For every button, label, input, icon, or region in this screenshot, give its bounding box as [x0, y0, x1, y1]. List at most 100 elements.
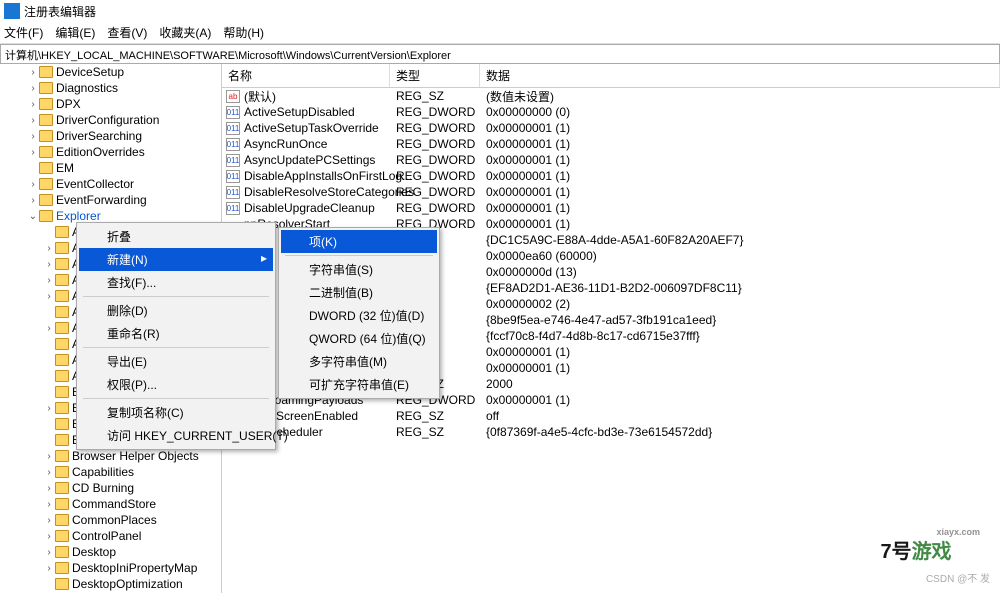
twisty-icon[interactable]: › — [44, 275, 54, 286]
ctx-copy-key-name[interactable]: 复制项名称(C) — [79, 401, 273, 424]
regedit-icon — [4, 3, 20, 19]
twisty-icon[interactable]: › — [44, 483, 54, 494]
tree-item[interactable]: ›CommandStore — [0, 496, 221, 512]
registry-value-row[interactable]: 011AsyncUpdatePCSettingsREG_DWORD0x00000… — [222, 152, 1000, 168]
tree-item[interactable]: ›DriverConfiguration — [0, 112, 221, 128]
tree-item[interactable]: ›EventForwarding — [0, 192, 221, 208]
tree-item[interactable]: ›Desktop — [0, 544, 221, 560]
twisty-icon[interactable]: ⌄ — [28, 211, 38, 222]
value-name: (默认) — [244, 88, 276, 105]
ctx-new-dword[interactable]: DWORD (32 位)值(D) — [281, 304, 437, 327]
registry-value-row[interactable]: 011ActiveSetupTaskOverrideREG_DWORD0x000… — [222, 120, 1000, 136]
col-type[interactable]: 类型 — [390, 64, 480, 87]
tree-item[interactable]: › Browser Helper Objects — [0, 448, 221, 464]
ctx-find[interactable]: 查找(F)... — [79, 271, 273, 294]
folder-icon — [55, 242, 69, 254]
value-data: 0x00000001 (1) — [480, 153, 1000, 167]
col-name[interactable]: 名称 — [222, 64, 390, 87]
ctx-rename[interactable]: 重命名(R) — [79, 322, 273, 345]
ctx-collapse[interactable]: 折叠 — [79, 225, 273, 248]
twisty-icon[interactable]: › — [28, 131, 38, 142]
tree-item[interactable]: ›EventCollector — [0, 176, 221, 192]
twisty-icon[interactable]: › — [44, 451, 54, 462]
ctx-new-multi[interactable]: 多字符串值(M) — [281, 350, 437, 373]
tree-item[interactable]: EM — [0, 160, 221, 176]
menu-edit[interactable]: 编辑(E) — [55, 24, 95, 41]
folder-icon — [55, 482, 69, 494]
value-type: REG_DWORD — [390, 185, 480, 199]
value-name: AsyncRunOnce — [244, 137, 327, 151]
twisty-icon[interactable]: › — [28, 179, 38, 190]
tree-item[interactable]: › CD Burning — [0, 480, 221, 496]
twisty-icon[interactable]: › — [44, 563, 54, 574]
registry-value-row[interactable]: abSmartScreenEnabledREG_SZoff — [222, 408, 1000, 424]
twisty-icon[interactable]: › — [28, 115, 38, 126]
ctx-permissions[interactable]: 权限(P)... — [79, 373, 273, 396]
tree-item-label: CD Burning — [72, 481, 134, 495]
tree-item[interactable]: ›DriverSearching — [0, 128, 221, 144]
menu-help[interactable]: 帮助(H) — [223, 24, 264, 41]
menu-view[interactable]: 查看(V) — [107, 24, 147, 41]
folder-icon — [55, 578, 69, 590]
twisty-icon[interactable]: › — [44, 403, 54, 414]
ctx-new-qword[interactable]: QWORD (64 位)值(Q) — [281, 327, 437, 350]
menu-file[interactable]: 文件(F) — [4, 24, 43, 41]
tree-item[interactable]: ›EditionOverrides — [0, 144, 221, 160]
value-name: ActiveSetupTaskOverride — [244, 121, 379, 135]
value-data: 2000 — [480, 377, 1000, 391]
value-data: 0x00000001 (1) — [480, 361, 1000, 375]
registry-value-row[interactable]: 011AsyncRunOnceREG_DWORD0x00000001 (1) — [222, 136, 1000, 152]
value-name: ActiveSetupDisabled — [244, 105, 355, 119]
value-name: DisableAppInstallsOnFirstLog... — [244, 169, 412, 183]
watermark-logo: 7号游戏 xiayx.com — [846, 525, 986, 573]
folder-icon — [55, 514, 69, 526]
ctx-goto-hkcu[interactable]: 访问 HKEY_CURRENT_USER(T) — [79, 424, 273, 447]
ctx-new-binary[interactable]: 二进制值(B) — [281, 281, 437, 304]
ctx-export[interactable]: 导出(E) — [79, 350, 273, 373]
dword-value-icon: 011 — [226, 154, 240, 167]
folder-icon — [55, 418, 69, 430]
tree-item[interactable]: ›DeviceSetup — [0, 64, 221, 80]
ctx-new-string[interactable]: 字符串值(S) — [281, 258, 437, 281]
folder-icon — [39, 146, 53, 158]
registry-value-row[interactable]: ab(默认)REG_SZ(数值未设置) — [222, 88, 1000, 104]
twisty-icon[interactable]: › — [28, 99, 38, 110]
twisty-icon[interactable]: › — [44, 243, 54, 254]
twisty-icon[interactable]: › — [28, 67, 38, 78]
twisty-icon[interactable]: › — [44, 499, 54, 510]
tree-item-label: Browser Helper Objects — [72, 449, 199, 463]
registry-value-row[interactable]: 011ActiveSetupDisabledREG_DWORD0x0000000… — [222, 104, 1000, 120]
twisty-icon[interactable]: › — [28, 83, 38, 94]
registry-value-row[interactable]: 011DisableResolveStoreCategoriesREG_DWOR… — [222, 184, 1000, 200]
registry-value-row[interactable]: 011DisableAppInstallsOnFirstLog...REG_DW… — [222, 168, 1000, 184]
twisty-icon[interactable]: › — [28, 147, 38, 158]
twisty-icon[interactable]: › — [44, 259, 54, 270]
registry-value-row[interactable]: 011DisableUpgradeCleanupREG_DWORD0x00000… — [222, 200, 1000, 216]
twisty-icon[interactable]: › — [44, 547, 54, 558]
folder-icon — [55, 258, 69, 270]
twisty-icon[interactable]: › — [44, 291, 54, 302]
twisty-icon[interactable]: › — [44, 467, 54, 478]
twisty-icon[interactable]: › — [28, 195, 38, 206]
ctx-new-key[interactable]: 项(K) — [281, 230, 437, 253]
ctx-new-expand[interactable]: 可扩充字符串值(E) — [281, 373, 437, 396]
registry-value-row[interactable]: abTaskSchedulerREG_SZ{0f87369f-a4e5-4cfc… — [222, 424, 1000, 440]
tree-item[interactable]: ›DesktopIniPropertyMap — [0, 560, 221, 576]
tree-item[interactable]: ›CommonPlaces — [0, 512, 221, 528]
twisty-icon[interactable]: › — [44, 515, 54, 526]
tree-item[interactable]: ›ControlPanel — [0, 528, 221, 544]
ctx-delete[interactable]: 删除(D) — [79, 299, 273, 322]
twisty-icon[interactable]: › — [44, 323, 54, 334]
tree-item[interactable]: DesktopOptimization — [0, 576, 221, 592]
folder-icon — [55, 290, 69, 302]
col-data[interactable]: 数据 — [480, 64, 1000, 87]
value-type: REG_SZ — [390, 89, 480, 103]
tree-item[interactable]: ›Capabilities — [0, 464, 221, 480]
twisty-icon[interactable]: › — [44, 531, 54, 542]
ctx-new[interactable]: 新建(N)▸ — [79, 248, 273, 271]
folder-icon — [55, 370, 69, 382]
tree-item[interactable]: ›DPX — [0, 96, 221, 112]
tree-item[interactable]: ›Diagnostics — [0, 80, 221, 96]
address-bar[interactable]: 计算机\HKEY_LOCAL_MACHINE\SOFTWARE\Microsof… — [0, 44, 1000, 64]
menu-favorites[interactable]: 收藏夹(A) — [159, 24, 211, 41]
